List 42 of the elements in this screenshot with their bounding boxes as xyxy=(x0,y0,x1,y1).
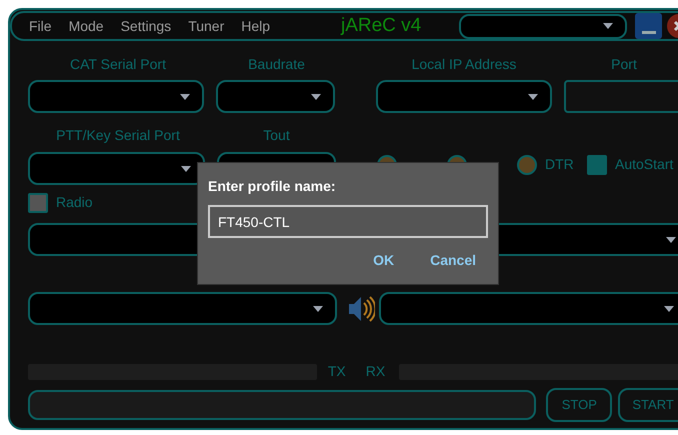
checkbox-label: Radio xyxy=(56,193,93,212)
menu-item[interactable]: Tuner xyxy=(188,16,224,36)
checkbox-label: AutoStart xyxy=(615,155,674,174)
dropdown-caret-icon xyxy=(528,94,538,100)
dialog-title: Enter profile name: xyxy=(208,177,337,196)
radio-checkbox[interactable] xyxy=(28,192,48,212)
radio-button[interactable] xyxy=(517,154,537,174)
dropdown-caret-icon xyxy=(180,94,190,100)
cancel-button[interactable]: Cancel xyxy=(426,250,480,271)
field-label: CAT Serial Port xyxy=(69,55,167,74)
radio-label: DTR xyxy=(545,155,574,174)
field-label: Local IP Address xyxy=(410,55,518,74)
profile-dropdown[interactable] xyxy=(459,14,627,38)
field-label: Port xyxy=(610,55,638,74)
app-title: jAReC v4 xyxy=(341,14,422,38)
field-label: PTT/Key Serial Port xyxy=(55,126,181,145)
menu-item[interactable]: File xyxy=(29,16,52,36)
dropdown[interactable] xyxy=(28,80,204,113)
field-label: Baudrate xyxy=(247,55,306,74)
minimize-button[interactable] xyxy=(635,13,662,39)
dropdown-caret-icon xyxy=(310,94,321,100)
port-field[interactable] xyxy=(564,80,678,113)
rx-label: RX xyxy=(366,362,386,381)
dropdown[interactable] xyxy=(216,80,335,113)
dropdown-caret-icon xyxy=(313,306,324,312)
dropdown-caret-icon xyxy=(666,236,676,242)
dropdown[interactable] xyxy=(378,292,678,325)
speaker-icon xyxy=(347,294,375,324)
tx-label: TX xyxy=(328,362,346,381)
ok-button[interactable]: OK xyxy=(361,250,406,271)
dropdown[interactable] xyxy=(28,152,205,185)
autostart-checkbox[interactable] xyxy=(587,154,607,174)
dropdown-caret-icon xyxy=(664,306,674,312)
dropdown[interactable] xyxy=(376,80,552,113)
dropdown-caret-icon xyxy=(603,23,613,29)
menu-item[interactable]: Help xyxy=(241,16,270,36)
dropdown[interactable] xyxy=(28,292,338,325)
field-label: Tout xyxy=(262,126,291,145)
dropdown-caret-icon xyxy=(181,166,191,172)
menu-item[interactable]: Settings xyxy=(120,16,172,36)
profile-name-field[interactable]: FT450-CTL xyxy=(208,205,488,238)
menu-item[interactable]: Mode xyxy=(68,16,104,36)
